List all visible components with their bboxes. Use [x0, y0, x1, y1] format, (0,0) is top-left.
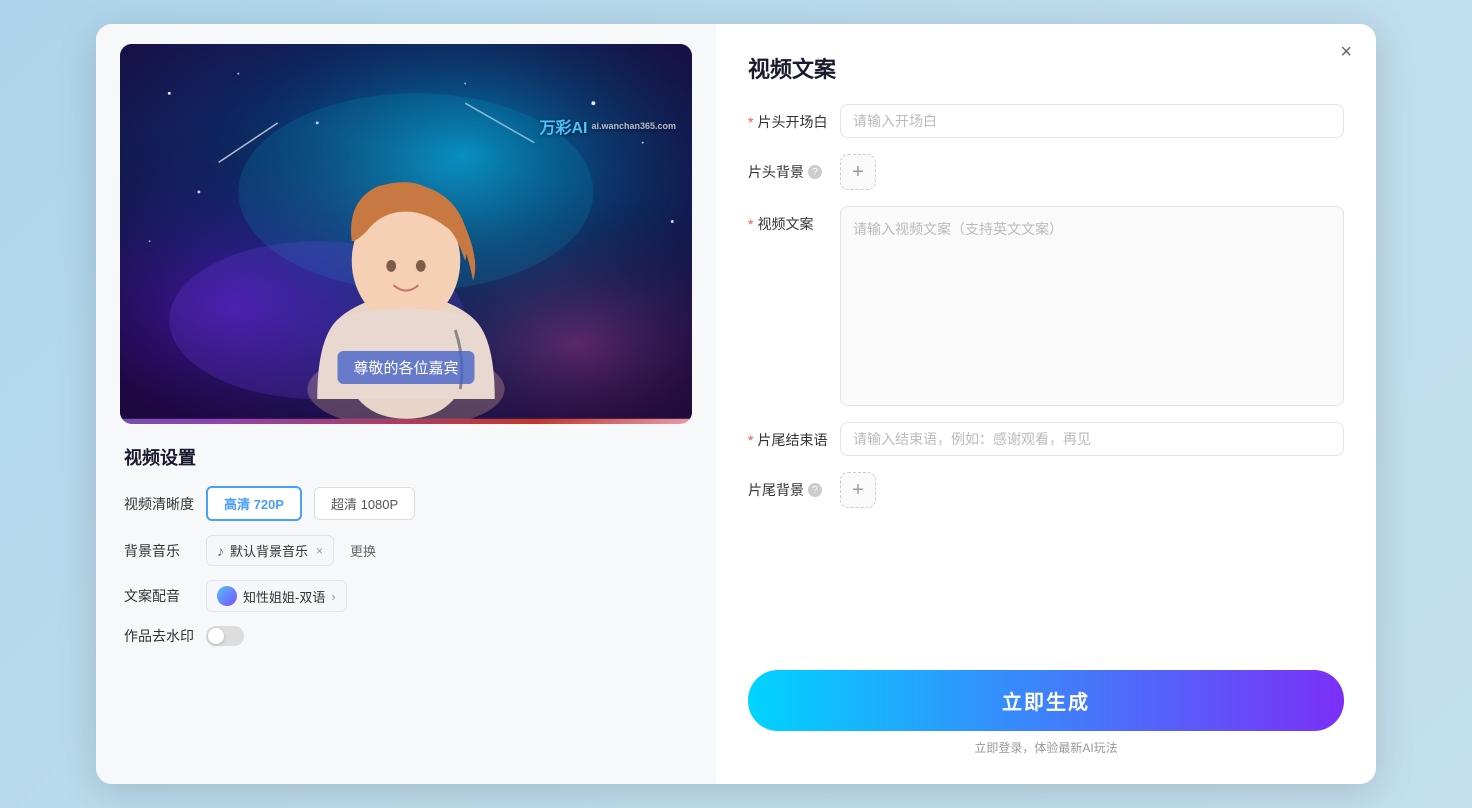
watermark-setting-label: 作品去水印: [124, 626, 194, 646]
quality-label: 视频清晰度: [124, 494, 194, 514]
header-bg-help-icon[interactable]: ?: [808, 165, 822, 179]
left-panel: 万彩AI ai.wanchan365.com 尊敬的各位嘉宾 视频设置 视频清晰…: [96, 24, 716, 784]
toggle-knob: [208, 628, 224, 644]
music-remove-button[interactable]: ×: [316, 544, 323, 558]
header-bg-label-text: 片头背景: [748, 162, 804, 182]
voice-row: 文案配音 知性姐姐-双语 ›: [124, 580, 688, 612]
generate-button[interactable]: 立即生成: [748, 670, 1344, 731]
subtitle-text: 尊敬的各位嘉宾: [353, 360, 458, 377]
video-watermark: 万彩AI ai.wanchan365.com: [539, 114, 676, 138]
footer-bg-help-icon[interactable]: ?: [808, 483, 822, 497]
subtitle-bar: 尊敬的各位嘉宾: [337, 351, 474, 384]
voice-arrow-icon: ›: [331, 589, 335, 604]
form-section: * 片头开场白 片头背景 ? + *: [748, 104, 1344, 650]
music-note-icon: ♪: [217, 543, 224, 559]
opening-row: * 片头开场白: [748, 104, 1344, 138]
ending-label: * 片尾结束语: [748, 422, 828, 450]
content-required-star: *: [748, 216, 753, 232]
modal-overlay: 万彩AI ai.wanchan365.com 尊敬的各位嘉宾 视频设置 视频清晰…: [0, 0, 1472, 808]
header-bg-add-button[interactable]: +: [840, 154, 876, 190]
content-label-text: 视频文案: [757, 214, 813, 234]
voice-label: 文案配音: [124, 586, 194, 606]
watermark-brand: 万彩AI: [539, 114, 587, 138]
opening-required-star: *: [748, 114, 753, 130]
quality-row: 视频清晰度 高清 720P 超清 1080P: [124, 486, 688, 521]
music-change-button[interactable]: 更换: [350, 541, 376, 560]
music-row: 背景音乐 ♪ 默认背景音乐 × 更换: [124, 535, 688, 566]
opening-input[interactable]: [840, 104, 1344, 138]
opening-label-text: 片头开场白: [757, 112, 827, 132]
ending-row: * 片尾结束语: [748, 422, 1344, 456]
watermark-toggle[interactable]: [206, 626, 244, 646]
footer-bg-add-button[interactable]: +: [840, 472, 876, 508]
ending-required-star: *: [748, 432, 753, 448]
footer-bg-row: 片尾背景 ? +: [748, 472, 1344, 508]
login-hint-text: 立即登录，体验最新AI玩法: [974, 741, 1117, 755]
header-bg-row: 片头背景 ? +: [748, 154, 1344, 190]
ending-label-text: 片尾结束语: [757, 430, 827, 450]
voice-name: 知性姐姐-双语: [243, 587, 325, 606]
content-label: * 视频文案: [748, 206, 828, 234]
voice-avatar-icon: [217, 586, 237, 606]
right-panel: × 视频文案 * 片头开场白 片头背景 ? +: [716, 24, 1376, 784]
content-row: * 视频文案: [748, 206, 1344, 406]
close-button[interactable]: ×: [1340, 42, 1352, 62]
video-settings: 视频设置 视频清晰度 高清 720P 超清 1080P 背景音乐 ♪ 默认背景音…: [120, 444, 692, 660]
header-bg-label: 片头背景 ?: [748, 154, 828, 182]
watermark-row: 作品去水印: [124, 626, 688, 646]
modal: 万彩AI ai.wanchan365.com 尊敬的各位嘉宾 视频设置 视频清晰…: [96, 24, 1376, 784]
watermark-url: ai.wanchan365.com: [591, 121, 676, 131]
opening-label: * 片头开场白: [748, 104, 828, 132]
music-tag: ♪ 默认背景音乐 ×: [206, 535, 334, 566]
footer-bg-label-text: 片尾背景: [748, 480, 804, 500]
quality-720p-button[interactable]: 高清 720P: [206, 486, 302, 521]
panel-title: 视频文案: [748, 52, 1344, 84]
quality-1080p-button[interactable]: 超清 1080P: [314, 487, 415, 520]
music-name: 默认背景音乐: [230, 541, 308, 560]
music-label: 背景音乐: [124, 541, 194, 561]
video-preview: 万彩AI ai.wanchan365.com 尊敬的各位嘉宾: [120, 44, 692, 424]
content-textarea[interactable]: [840, 206, 1344, 406]
settings-title: 视频设置: [124, 444, 688, 470]
ending-input[interactable]: [840, 422, 1344, 456]
footer-bg-label: 片尾背景 ?: [748, 472, 828, 500]
voice-select[interactable]: 知性姐姐-双语 ›: [206, 580, 347, 612]
login-hint: 立即登录，体验最新AI玩法: [748, 739, 1344, 756]
